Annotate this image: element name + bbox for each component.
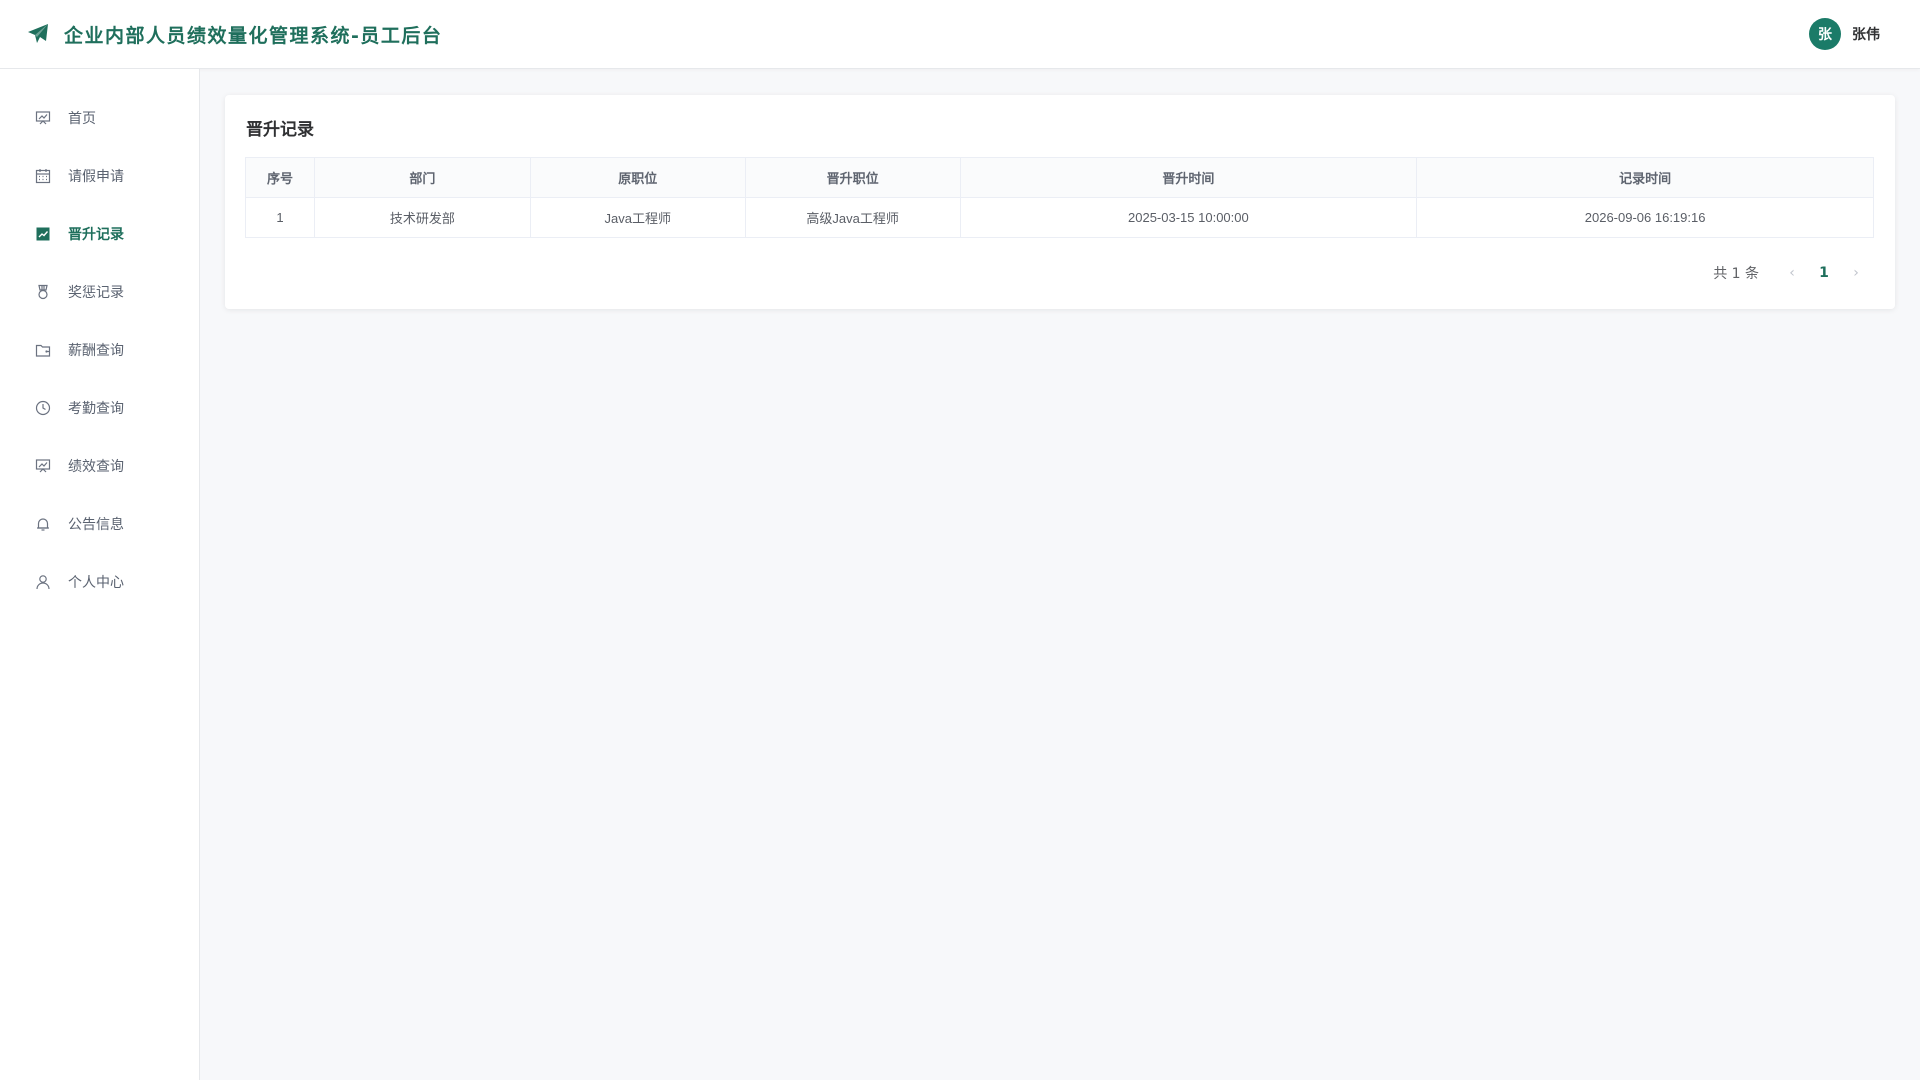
app-title: 企业内部人员绩效量化管理系统-员工后台 [64, 24, 443, 47]
sidebar-item-attendance[interactable]: 考勤查询 [0, 379, 199, 437]
cell-index: 1 [245, 197, 315, 238]
sidebar-item-salary[interactable]: 薪酬查询 [0, 321, 199, 379]
promotion-records-card: 晋升记录 序号 部门 原职位 晋升职位 晋升时间 记录时间 1 技术研发部 Ja… [225, 95, 1895, 309]
user-menu[interactable]: 张 张伟 [1809, 18, 1880, 50]
avatar[interactable]: 张 [1809, 18, 1841, 50]
sidebar-item-label: 考勤查询 [68, 401, 124, 417]
sidebar-item-label: 薪酬查询 [68, 343, 124, 359]
column-header-record-time: 记录时间 [1416, 157, 1874, 198]
cell-promotion-time: 2025-03-15 10:00:00 [959, 197, 1418, 238]
clock-icon [34, 399, 52, 417]
user-icon [34, 573, 52, 591]
wallet-icon [34, 341, 52, 359]
sidebar-item-label: 晋升记录 [68, 227, 124, 243]
column-header-promoted-position: 晋升职位 [744, 157, 961, 198]
sidebar-item-rewards-penalties[interactable]: 奖惩记录 [0, 263, 199, 321]
paper-plane-icon [26, 22, 50, 46]
chevron-right-icon[interactable]: › [1845, 265, 1867, 281]
sidebar-item-profile[interactable]: 个人中心 [0, 553, 199, 611]
sidebar-item-label: 绩效查询 [68, 459, 124, 475]
bell-icon [34, 515, 52, 533]
brand: 企业内部人员绩效量化管理系统-员工后台 [26, 21, 442, 48]
sidebar-item-label: 请假申请 [68, 169, 124, 185]
column-header-index: 序号 [245, 157, 315, 198]
presentation-icon [34, 109, 52, 127]
medal-icon [34, 283, 52, 301]
table-header-row: 序号 部门 原职位 晋升职位 晋升时间 记录时间 [245, 157, 1874, 198]
sidebar: 首页 请假申请 晋升记录 奖惩记录 薪酬查询 考勤查询 绩效查询 公告信息 个人… [0, 69, 200, 1080]
pagination-total: 共 1 条 [1713, 266, 1759, 282]
sidebar-item-announcements[interactable]: 公告信息 [0, 495, 199, 553]
column-header-promotion-time: 晋升时间 [959, 157, 1418, 198]
user-name[interactable]: 张伟 [1852, 24, 1880, 44]
cell-promoted-position: 高级Java工程师 [744, 197, 961, 238]
sidebar-item-home[interactable]: 首页 [0, 89, 199, 147]
top-header: 企业内部人员绩效量化管理系统-员工后台 张 张伟 [0, 0, 1920, 69]
column-header-department: 部门 [313, 157, 531, 198]
sidebar-item-label: 首页 [68, 111, 96, 127]
trend-chart-icon [34, 225, 52, 243]
column-header-original-position: 原职位 [529, 157, 746, 198]
pagination-page-current[interactable]: 1 [1803, 265, 1845, 281]
sidebar-item-label: 个人中心 [68, 575, 124, 591]
cell-record-time: 2026-09-06 16:19:16 [1416, 197, 1874, 238]
chevron-left-icon[interactable]: ‹ [1781, 265, 1803, 281]
sidebar-item-label: 奖惩记录 [68, 285, 124, 301]
table-row[interactable]: 1 技术研发部 Java工程师 高级Java工程师 2025-03-15 10:… [245, 197, 1874, 238]
presentation-icon [34, 457, 52, 475]
sidebar-item-leave-request[interactable]: 请假申请 [0, 147, 199, 205]
sidebar-item-promotion-records[interactable]: 晋升记录 [0, 205, 199, 263]
pagination: 共 1 条 ‹ 1 › [1713, 263, 1867, 283]
page-title: 晋升记录 [246, 120, 314, 140]
cell-original-position: Java工程师 [529, 197, 746, 238]
promotion-table: 序号 部门 原职位 晋升职位 晋升时间 记录时间 1 技术研发部 Java工程师… [245, 157, 1874, 238]
calendar-icon [34, 167, 52, 185]
sidebar-item-label: 公告信息 [68, 517, 124, 533]
cell-department: 技术研发部 [313, 197, 531, 238]
sidebar-menu: 首页 请假申请 晋升记录 奖惩记录 薪酬查询 考勤查询 绩效查询 公告信息 个人… [0, 69, 199, 611]
sidebar-item-performance[interactable]: 绩效查询 [0, 437, 199, 495]
